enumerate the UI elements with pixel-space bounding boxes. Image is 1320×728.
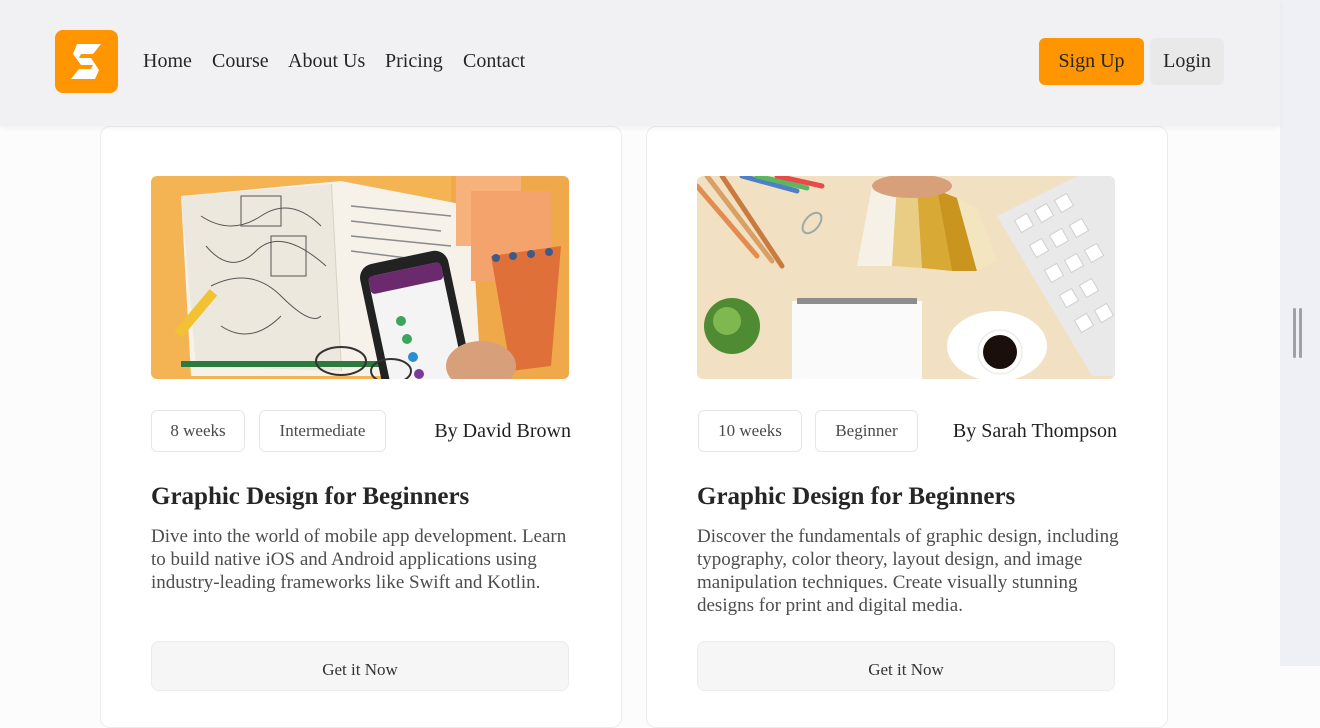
course-card: 8 weeks Intermediate By David Brown Grap… xyxy=(100,126,622,728)
duration-badge: 10 weeks xyxy=(698,410,802,452)
nav-course[interactable]: Course xyxy=(212,50,269,73)
nav-home[interactable]: Home xyxy=(143,50,192,73)
nav-pricing[interactable]: Pricing xyxy=(385,50,443,73)
course-title: Graphic Design for Beginners xyxy=(151,483,470,510)
course-description: Discover the fundamentals of graphic des… xyxy=(697,526,1119,616)
course-image xyxy=(151,176,569,379)
course-author: By David Brown xyxy=(434,420,571,442)
course-author: By Sarah Thompson xyxy=(952,420,1117,442)
course-image xyxy=(697,176,1115,379)
sign-up-button[interactable]: Sign Up xyxy=(1039,38,1144,85)
level-badge: Beginner xyxy=(815,410,918,452)
nav-about-us[interactable]: About Us xyxy=(288,50,365,73)
course-description: Dive into the world of mobile app develo… xyxy=(151,526,567,593)
get-it-now-button[interactable]: Get it Now xyxy=(697,641,1115,691)
duration-badge: 8 weeks xyxy=(151,410,245,452)
nav-contact[interactable]: Contact xyxy=(463,50,525,73)
get-it-now-button[interactable]: Get it Now xyxy=(151,641,569,691)
course-card: 10 weeks Beginner By Sarah Thompson Grap… xyxy=(646,126,1168,728)
brand-logo-icon[interactable] xyxy=(55,30,118,93)
site-header: Home Course About Us Pricing Contact Sig… xyxy=(0,0,1280,126)
login-button[interactable]: Login xyxy=(1150,38,1224,85)
level-badge: Intermediate xyxy=(259,410,386,452)
scrollbar-thumb[interactable] xyxy=(1293,308,1303,358)
course-title: Graphic Design for Beginners xyxy=(697,483,1016,510)
